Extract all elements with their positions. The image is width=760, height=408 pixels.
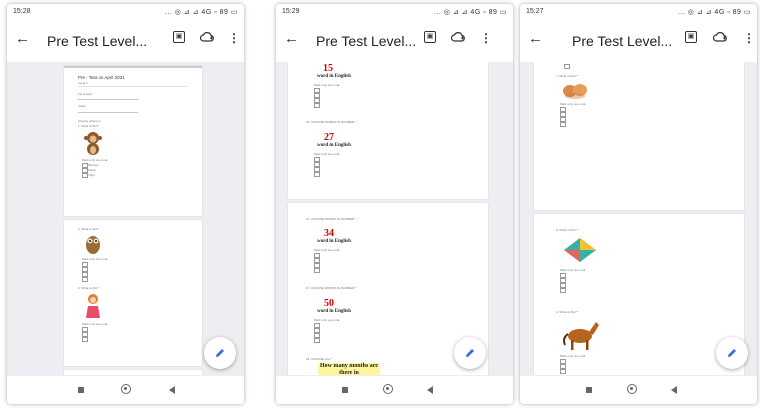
preview-icon[interactable]: ▣ [685,31,697,43]
form-page: 8. What is this? * Mark only one oval. 9… [534,214,744,376]
pencil-icon [728,349,736,357]
app-bar: ← Pre Test Level... ▣ ⋮ [520,22,757,60]
form-page: Pre - Test on April 2021 Level 1 1st of … [64,66,202,216]
more-vert-icon[interactable]: ⋮ [227,31,241,45]
status-time: 15:27 [526,8,544,15]
status-icons: ... ◎ ⊿ ⊿ 4G ▫ 89 ▭ [164,9,238,16]
form-page: 7. What is this? * Mark only one oval. [534,62,744,210]
back-arrow-icon[interactable]: ← [284,30,299,47]
cloud-add-icon[interactable] [450,31,465,45]
form-page: 15 word in English Mark only one oval. 1… [288,62,488,199]
edit-fab[interactable] [716,337,748,369]
preview-icon[interactable]: ▣ [173,31,185,43]
recents-icon[interactable] [586,387,592,393]
cloud-add-icon[interactable] [712,31,727,45]
home-icon[interactable] [383,384,393,394]
status-bar: 15:29 ... ◎ ⊿ ⊿ 4G ▫ 89 ▭ [276,4,513,20]
status-time: 15:29 [282,8,300,15]
back-arrow-icon[interactable]: ← [15,30,30,47]
form-title: Pre Test Level... [572,33,673,49]
more-vert-icon[interactable]: ⋮ [479,31,493,45]
form-preview-area[interactable]: 7. What is this? * Mark only one oval. 8… [520,62,757,376]
girl-image [86,294,100,318]
form-preview-area[interactable]: 15 word in English Mark only one oval. 1… [276,62,513,376]
status-icons: ... ◎ ⊿ ⊿ 4G ▫ 89 ▭ [677,9,751,16]
back-icon[interactable] [169,386,175,394]
phone-screen-2: 15:29 ... ◎ ⊿ ⊿ 4G ▫ 89 ▭ ← Pre Test Lev… [276,4,513,404]
form-title: Pre Test Level... [316,33,417,49]
field-label: 1st of April [78,92,93,96]
app-bar: ← Pre Test Level... ▣ ⋮ [7,22,244,60]
number-image: 27 [324,132,334,143]
phone-screen-3: 15:27 ... ◎ ⊿ ⊿ 4G ▫ 89 ▭ ← Pre Test Lev… [520,4,757,404]
owl-image [86,236,100,254]
form-heading: Pre - Test on April 2021 [78,75,125,80]
form-title: Pre Test Level... [47,33,148,49]
app-bar: ← Pre Test Level... ▣ ⋮ [276,22,513,60]
home-icon[interactable] [121,384,131,394]
recents-icon[interactable] [342,387,348,393]
eggs-image [563,84,587,99]
edit-fab[interactable] [204,337,236,369]
back-arrow-icon[interactable]: ← [528,30,543,47]
form-page: 2. What is this? Mark only one oval. 3. … [64,220,202,366]
system-nav-bar [276,375,513,404]
back-icon[interactable] [427,386,433,394]
system-nav-bar [520,375,757,404]
status-bar: 15:28 ... ◎ ⊿ ⊿ 4G ▫ 89 ▭ [7,4,244,20]
horse-image [563,322,599,350]
status-icons: ... ◎ ⊿ ⊿ 4G ▫ 89 ▭ [433,9,507,16]
number-image: 15 [323,63,333,74]
home-icon[interactable] [627,384,637,394]
kite-image [564,238,596,262]
preview-icon[interactable]: ▣ [424,31,436,43]
status-time: 15:28 [13,8,31,15]
back-icon[interactable] [671,386,677,394]
number-image: 50 [324,298,334,309]
cloud-add-icon[interactable] [199,31,214,45]
form-subheading: Level 1 [78,81,88,85]
more-vert-icon[interactable]: ⋮ [742,31,756,45]
field-label: Class [78,104,86,108]
phone-screen-1: 15:28 ... ◎ ⊿ ⊿ 4G ▫ 89 ▭ ← Pre Test Lev… [7,4,244,404]
recents-icon[interactable] [78,387,84,393]
pencil-icon [216,349,224,357]
monkey-image [84,132,102,155]
pencil-icon [466,349,474,357]
system-nav-bar [7,375,244,404]
number-image: 34 [324,228,334,239]
status-bar: 15:27 ... ◎ ⊿ ⊿ 4G ▫ 89 ▭ [520,4,757,20]
form-preview-area[interactable]: Pre - Test on April 2021 Level 1 1st of … [7,62,244,376]
question-label: Choose what is it [78,119,101,123]
edit-fab[interactable] [454,337,486,369]
